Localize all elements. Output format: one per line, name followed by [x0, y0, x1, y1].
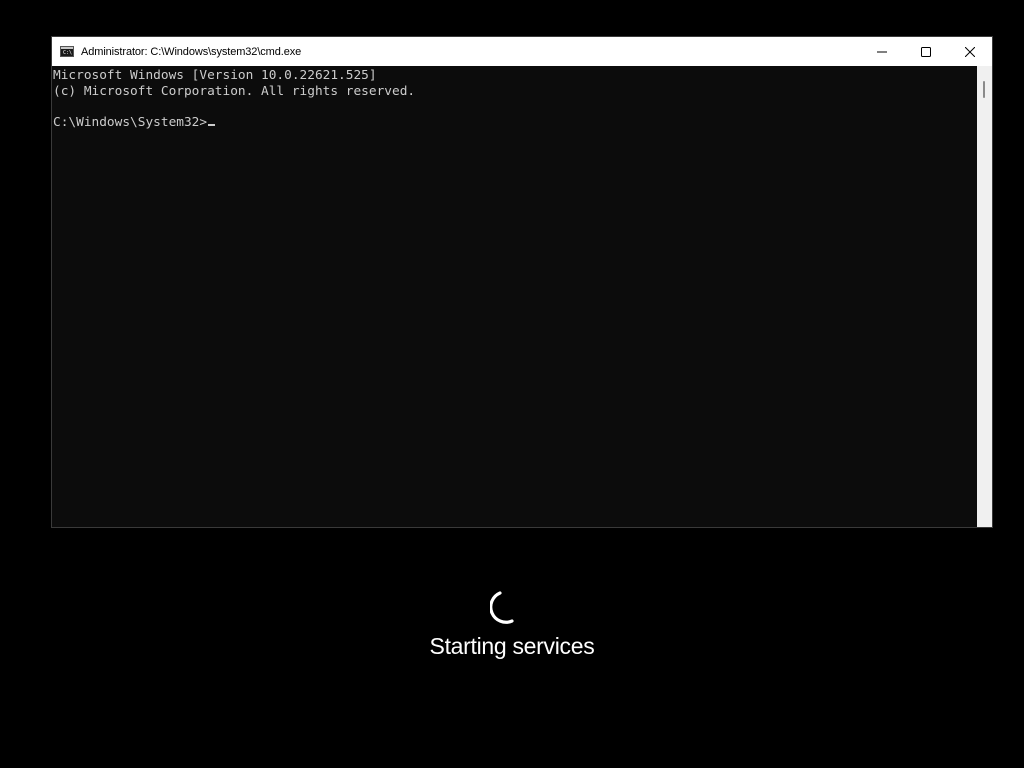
close-button[interactable]: [948, 37, 992, 66]
text-cursor: [208, 123, 216, 126]
console-output[interactable]: Microsoft Windows [Version 10.0.22621.52…: [52, 66, 977, 527]
cmd-window[interactable]: C:\ Administrator: C:\Windows\system32\c…: [51, 36, 993, 528]
minimize-button[interactable]: [860, 37, 904, 66]
scrollbar-thumb[interactable]: [983, 81, 985, 98]
maximize-icon: [921, 46, 931, 57]
boot-status-text: Starting services: [429, 633, 595, 659]
minimize-icon: [877, 51, 887, 52]
caption-buttons: [860, 37, 992, 66]
title-bar[interactable]: C:\ Administrator: C:\Windows\system32\c…: [52, 37, 992, 66]
screen: C:\ Administrator: C:\Windows\system32\c…: [0, 0, 1024, 768]
loading-spinner-icon: [490, 591, 514, 624]
window-title: Administrator: C:\Windows\system32\cmd.e…: [81, 45, 302, 58]
cmd-icon[interactable]: C:\: [60, 46, 74, 57]
console-prompt: C:\Windows\System32>: [53, 114, 208, 130]
vertical-scrollbar[interactable]: [977, 66, 992, 527]
console-line-version: Microsoft Windows [Version 10.0.22621.52…: [53, 68, 377, 83]
maximize-button[interactable]: [904, 37, 948, 66]
console-prompt-line[interactable]: C:\Windows\System32>: [53, 115, 977, 131]
close-icon: [965, 46, 975, 57]
console-line-copyright: (c) Microsoft Corporation. All rights re…: [53, 83, 416, 99]
